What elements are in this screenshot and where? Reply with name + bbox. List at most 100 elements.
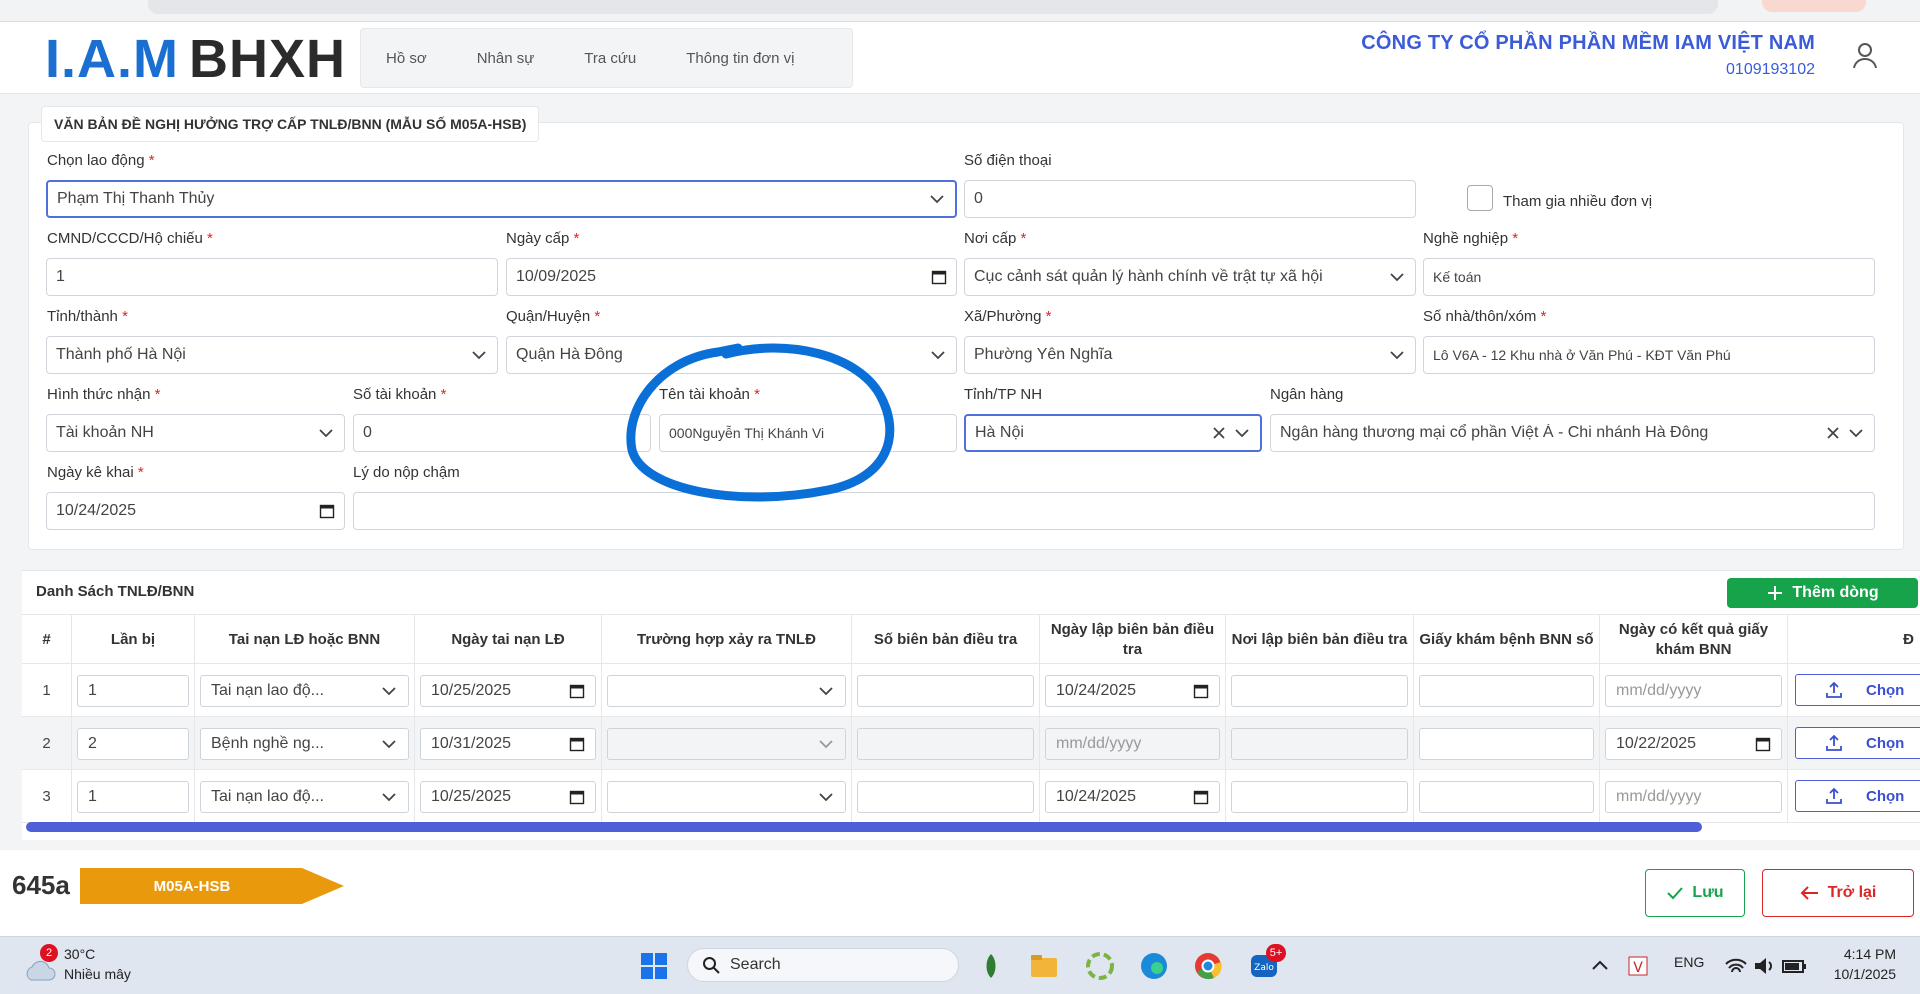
battery-icon[interactable] <box>1778 950 1810 982</box>
calendar-icon[interactable] <box>569 683 585 699</box>
user-icon[interactable] <box>1850 40 1880 70</box>
phone-input[interactable]: 0 <box>964 180 1416 218</box>
id-number-input[interactable]: 1 <box>46 258 498 296</box>
account-name-input[interactable]: 000Nguyễn Thị Khánh Vi <box>659 414 957 452</box>
type-select[interactable]: Bệnh nghề ng... <box>200 727 409 760</box>
windows-start-icon[interactable] <box>638 950 670 982</box>
bnn-result-date-input[interactable]: mm/dd/yyyy <box>1605 674 1782 707</box>
report-no-input[interactable] <box>857 727 1034 760</box>
choose-label: Chọn <box>1866 681 1905 699</box>
back-button[interactable]: Trở lại <box>1762 869 1914 917</box>
occupation-input[interactable]: Kế toán <box>1423 258 1875 296</box>
accident-date-input[interactable]: 10/31/2025 <box>420 727 596 760</box>
bnn-no-input[interactable] <box>1419 674 1594 707</box>
declare-date-input[interactable]: 10/24/2025 <box>46 492 345 530</box>
late-reason-input[interactable] <box>353 492 1875 530</box>
choose-file-button[interactable]: Chọn <box>1795 674 1920 706</box>
nav-item-thong-tin-don-vi[interactable]: Thông tin đơn vị <box>661 50 819 67</box>
report-place-input[interactable] <box>1231 727 1408 760</box>
district-select[interactable]: Quận Hà Đông <box>506 336 957 374</box>
ward-select[interactable]: Phường Yên Nghĩa <box>964 336 1416 374</box>
browser-address-bar[interactable] <box>148 0 1718 14</box>
weather-badge: 2 <box>40 944 58 962</box>
accident-date-value: 10/25/2025 <box>431 681 512 699</box>
clear-icon[interactable] <box>1825 425 1841 441</box>
edge-browser-icon[interactable] <box>1138 950 1170 982</box>
calendar-icon[interactable] <box>319 503 335 519</box>
chevron-up-icon[interactable] <box>1584 950 1616 982</box>
upload-icon <box>1826 787 1842 804</box>
bnn-no-input[interactable] <box>1419 727 1594 760</box>
clock-time: 4:14 PM <box>1843 946 1896 962</box>
account-no-input[interactable]: 0 <box>353 414 651 452</box>
choose-file-button[interactable]: Chọn <box>1795 727 1920 759</box>
report-no-input[interactable] <box>857 780 1034 813</box>
times-input[interactable]: 2 <box>77 727 189 760</box>
accident-date-input[interactable]: 10/25/2025 <box>420 674 596 707</box>
add-row-button[interactable]: Thêm dòng <box>1727 578 1918 608</box>
app-logo[interactable]: I.A.M BHXH <box>45 32 346 86</box>
case-select[interactable] <box>607 674 846 707</box>
language-indicator[interactable]: ENG <box>1674 954 1704 970</box>
times-input[interactable]: 1 <box>77 780 189 813</box>
report-no-input[interactable] <box>857 674 1034 707</box>
bank-select[interactable]: Ngân hàng thương mại cổ phần Việt Á - Ch… <box>1270 414 1875 452</box>
issue-place-select[interactable]: Cục cảnh sát quản lý hành chính về trật … <box>964 258 1416 296</box>
volume-icon[interactable] <box>1748 950 1780 982</box>
nav-item-tra-cuu[interactable]: Tra cứu <box>559 50 661 67</box>
label-occupation: Nghề nghiệp * <box>1423 230 1519 247</box>
th-type: Tai nạn LĐ hoặc BNN <box>195 615 415 665</box>
calendar-icon[interactable] <box>569 736 585 752</box>
leaf-app-icon[interactable] <box>975 950 1007 982</box>
report-place-input[interactable] <box>1231 780 1408 813</box>
case-select[interactable] <box>607 727 846 760</box>
multi-unit-checkbox[interactable] <box>1467 185 1493 211</box>
report-date-value: 10/24/2025 <box>1056 787 1137 805</box>
issue-date-input[interactable]: 10/09/2025 <box>506 258 957 296</box>
clear-icon[interactable] <box>1211 425 1227 441</box>
calendar-icon[interactable] <box>1193 683 1209 699</box>
system-clock[interactable]: 4:14 PM 10/1/2025 <box>1834 944 1896 984</box>
choose-file-button[interactable]: Chọn <box>1795 780 1920 812</box>
calendar-icon[interactable] <box>931 269 947 285</box>
label-ward: Xã/Phường * <box>964 308 1052 325</box>
taskbar-search[interactable]: Search <box>687 948 959 982</box>
label-late-reason: Lý do nộp chậm <box>353 464 460 481</box>
bank-province-select[interactable]: Hà Nội <box>964 414 1262 452</box>
nav-item-nhan-su[interactable]: Nhân sự <box>452 50 560 67</box>
calendar-icon[interactable] <box>1193 789 1209 805</box>
bnn-no-input[interactable] <box>1419 780 1594 813</box>
vietkey-icon[interactable]: V <box>1622 950 1654 982</box>
horizontal-scrollbar[interactable] <box>26 822 1702 832</box>
label-bank-province: Tỉnh/TP NH <box>964 386 1043 403</box>
browser-profile-pill[interactable] <box>1762 0 1866 12</box>
nav-item-ho-so[interactable]: Hồ sơ <box>361 50 452 67</box>
calendar-icon[interactable] <box>1755 736 1771 752</box>
calendar-icon[interactable] <box>569 789 585 805</box>
report-date-input[interactable]: 10/24/2025 <box>1045 674 1220 707</box>
address-input[interactable]: Lô V6A - 12 Khu nhà ở Văn Phú - KĐT Văn … <box>1423 336 1875 374</box>
issue-place-value: Cục cảnh sát quản lý hành chính về trật … <box>974 268 1323 285</box>
report-date-input[interactable]: 10/24/2025 <box>1045 780 1220 813</box>
report-place-input[interactable] <box>1231 674 1408 707</box>
label-phone: Số điện thoại <box>964 152 1052 169</box>
type-select[interactable]: Tai nạn lao độ... <box>200 780 409 813</box>
file-explorer-icon[interactable] <box>1028 950 1060 982</box>
province-select[interactable]: Thành phố Hà Nội <box>46 336 498 374</box>
label-address: Số nhà/thôn/xóm * <box>1423 308 1547 325</box>
type-select[interactable]: Tai nạn lao độ... <box>200 674 409 707</box>
date-placeholder: mm/dd/yyyy <box>1616 787 1702 805</box>
report-date-input[interactable]: mm/dd/yyyy <box>1045 727 1220 760</box>
zalo-badge: 5+ <box>1266 944 1286 962</box>
save-button[interactable]: Lưu <box>1645 869 1745 917</box>
chrome-browser-icon[interactable] <box>1192 950 1224 982</box>
times-input[interactable]: 1 <box>77 674 189 707</box>
receive-method-select[interactable]: Tài khoản NH <box>46 414 345 452</box>
green-app-icon[interactable] <box>1084 950 1116 982</box>
case-select[interactable] <box>607 780 846 813</box>
accident-date-input[interactable]: 10/25/2025 <box>420 780 596 813</box>
employee-select[interactable]: Phạm Thị Thanh Thủy <box>46 180 957 218</box>
bnn-result-date-input[interactable]: mm/dd/yyyy <box>1605 780 1782 813</box>
bnn-result-date-input[interactable]: 10/22/2025 <box>1605 727 1782 760</box>
weather-widget[interactable]: 2 30°C Nhiều mây <box>22 944 172 988</box>
